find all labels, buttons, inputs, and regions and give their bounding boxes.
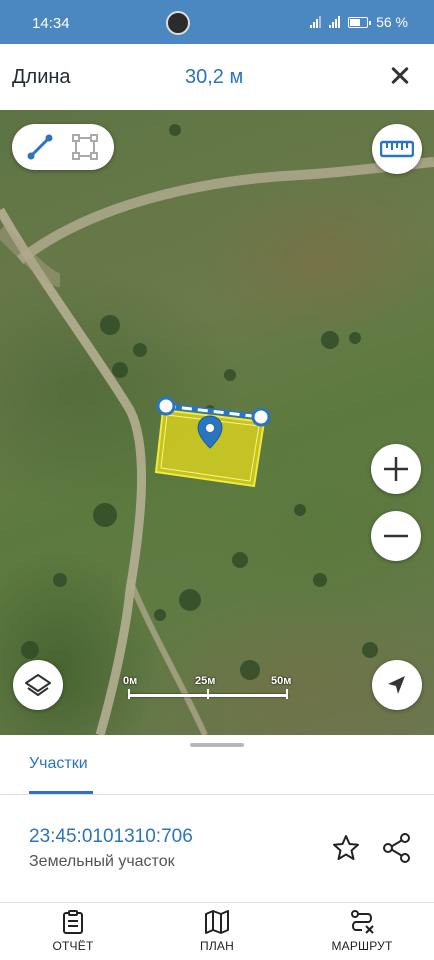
- nav-report[interactable]: ОТЧЁТ: [23, 909, 123, 953]
- scale-label-50: 50м: [271, 675, 292, 687]
- battery-icon: [348, 16, 372, 28]
- route-icon: [351, 910, 374, 934]
- navigation-arrow-icon: [388, 676, 405, 694]
- cadastral-number[interactable]: 23:45:0101310:706: [29, 826, 193, 848]
- parcel-kind: Земельный участок: [29, 853, 175, 870]
- measure-title: Длина: [12, 66, 71, 88]
- nav-plan[interactable]: ПЛАН: [167, 909, 267, 953]
- scale-label-0: 0м: [123, 675, 138, 687]
- close-icon[interactable]: [386, 62, 414, 90]
- nav-route-label: МАРШРУТ: [331, 939, 393, 953]
- measure-header: Длина 30,2 м: [0, 44, 434, 110]
- map-plan-icon: [205, 910, 229, 934]
- layers-icon: [25, 674, 51, 696]
- sheet-drag-handle[interactable]: [190, 743, 244, 747]
- notification-app-icon: [166, 11, 190, 35]
- measure-value: 30,2 м: [185, 66, 244, 88]
- bottom-sheet: Участки 23:45:0101310:706 Земельный учас…: [0, 735, 434, 902]
- status-bar: 14:34 56 %: [0, 0, 434, 44]
- map-scale: 0м 25м 50м: [120, 675, 300, 705]
- layers-button[interactable]: [13, 660, 63, 710]
- bottom-navigation: ОТЧЁТ ПЛАН МАРШРУТ: [0, 902, 434, 960]
- zoom-out-button[interactable]: [371, 511, 421, 561]
- cellular-signal-2-icon: [329, 16, 341, 28]
- zoom-in-button[interactable]: [371, 444, 421, 494]
- measure-mode-toggle: [12, 124, 114, 170]
- map-terrain: [0, 124, 434, 735]
- tab-parcels[interactable]: Участки: [29, 755, 88, 773]
- area-measure-icon[interactable]: [69, 131, 101, 163]
- cellular-signal-icon: [310, 16, 322, 28]
- star-icon[interactable]: [331, 833, 361, 863]
- nav-report-label: ОТЧЁТ: [52, 939, 94, 953]
- scale-label-25: 25м: [195, 675, 216, 687]
- nav-plan-label: ПЛАН: [200, 939, 234, 953]
- battery-level: 56 %: [376, 14, 408, 30]
- satellite-map[interactable]: 0м 25м 50м: [0, 110, 434, 735]
- plus-icon: [384, 457, 408, 481]
- my-location-button[interactable]: [372, 660, 422, 710]
- status-time: 14:34: [32, 15, 70, 32]
- share-icon[interactable]: [380, 832, 412, 864]
- status-indicators: 56 %: [310, 14, 408, 30]
- ruler-icon: [380, 140, 414, 158]
- ruler-button[interactable]: [372, 124, 422, 174]
- minus-icon: [384, 534, 408, 538]
- line-measure-icon[interactable]: [24, 131, 56, 163]
- report-icon: [63, 910, 83, 934]
- nav-route[interactable]: МАРШРУТ: [312, 909, 412, 953]
